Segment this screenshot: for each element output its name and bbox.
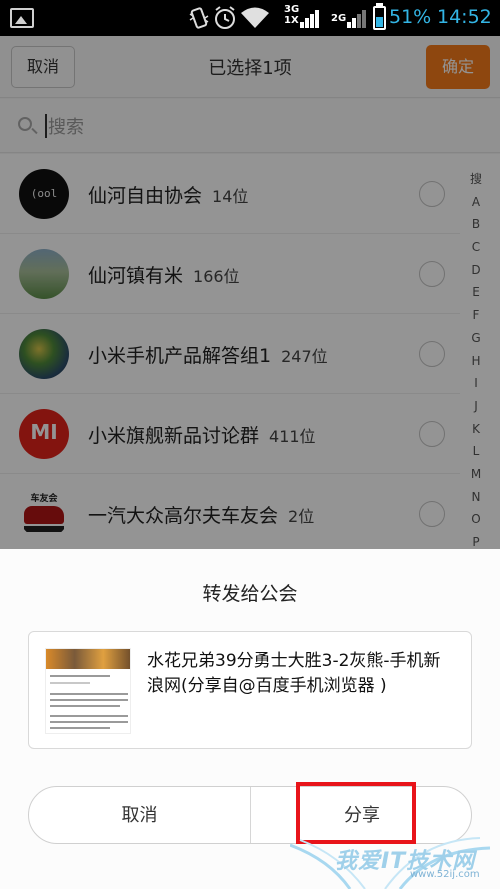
dialog-cancel-button[interactable]: 取消 [29,787,250,843]
network-type: 3G 1X [284,4,300,26]
watermark-url: www.52ij.com [410,869,480,880]
clock: 14:52 [437,6,492,28]
signal-icon-2 [347,8,369,28]
dialog-title: 转发给公会 [202,583,298,605]
share-preview-text: 水花兄弟39分勇士大胜3-2灰熊-手机新浪网(分享自@百度手机浏览器 ) [147,651,441,696]
network-type-2: 2G [331,13,347,24]
signal-icon [300,8,322,28]
battery-percent: 51% [389,6,432,28]
vibrate-icon [189,7,209,29]
share-preview-card: 水花兄弟39分勇士大胜3-2灰熊-手机新浪网(分享自@百度手机浏览器 ) [28,631,472,749]
preview-thumbnail [45,648,131,734]
status-bar: 3G 1X 2G 51% 14:52 [0,0,500,36]
battery-icon [373,6,386,30]
dim-overlay [0,36,500,549]
wifi-icon [241,7,269,28]
alarm-icon [215,6,235,29]
gallery-icon [10,8,34,28]
